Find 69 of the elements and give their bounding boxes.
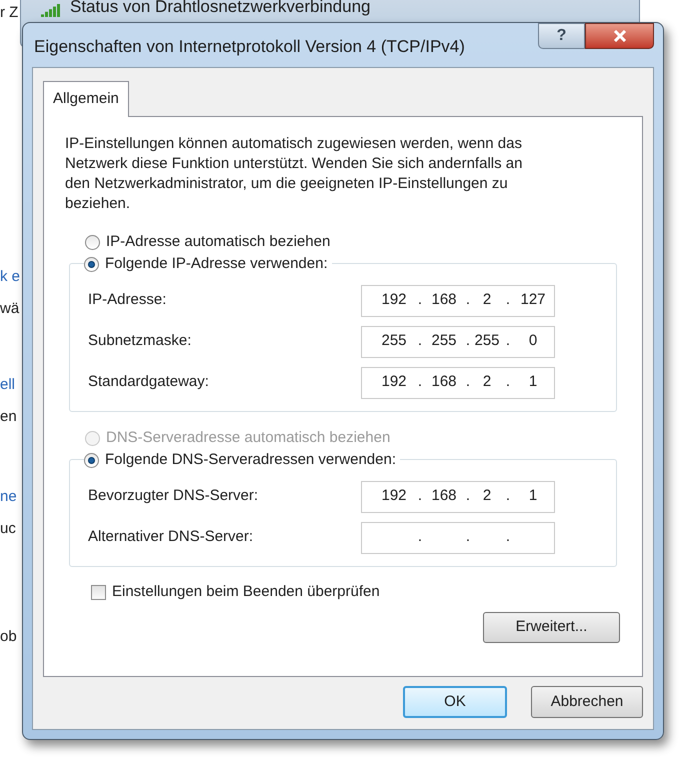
octet-text: 255 xyxy=(430,331,458,352)
octet-text: 168 xyxy=(430,372,458,392)
window-title: Eigenschaften von Internetprotokoll Version 4 (TCP/IPv4) xyxy=(34,36,465,58)
dialog-button[interactable]: OK xyxy=(403,686,507,718)
separator-dot: . xyxy=(416,486,424,506)
octet-text: 168 xyxy=(430,486,458,506)
radio-label: Folgende IP-Adresse verwenden: xyxy=(105,254,328,274)
background-text: ob xyxy=(0,627,17,647)
ip-address-field[interactable]: 192 . 168 . 2 . 1 xyxy=(361,480,555,512)
octet-text: 192 xyxy=(380,290,408,310)
separator-dot: . xyxy=(464,527,472,548)
separator-dot: . xyxy=(464,290,472,310)
octet-text: 192 xyxy=(380,486,408,506)
field-label: Subnetzmaske: xyxy=(88,331,192,352)
separator-dot: . xyxy=(416,372,424,392)
ip-address-field[interactable]: 255 . 255 . 255 . 0 xyxy=(361,326,555,358)
radio-label: IP-Adresse automatisch beziehen xyxy=(106,232,330,252)
separator-dot: . xyxy=(416,527,424,548)
background-text: uc xyxy=(0,519,16,539)
octet-text: 127 xyxy=(519,290,547,310)
background-text: ell xyxy=(0,375,16,395)
separator-dot: . xyxy=(504,527,512,548)
separator-dot: . xyxy=(464,331,472,352)
close-icon xyxy=(612,30,626,42)
signal-strength-icon xyxy=(40,3,62,19)
radio-label: Folgende DNS-Serveradressen verwenden: xyxy=(105,450,396,470)
separator-dot: . xyxy=(504,486,512,506)
field-label: Bevorzugter DNS-Server: xyxy=(88,486,260,506)
ip-address-field[interactable]: 192 . 168 . 2 . 127 xyxy=(361,284,555,316)
background-text: wä xyxy=(0,299,20,319)
octet-text: 2 xyxy=(482,290,492,310)
radio-button[interactable] xyxy=(85,235,100,250)
tab[interactable]: Allgemein xyxy=(43,81,129,117)
radio-button[interactable] xyxy=(84,256,99,272)
separator-dot: . xyxy=(416,290,424,310)
help-button[interactable]: ? xyxy=(538,23,585,49)
octet-text: 255 xyxy=(473,331,501,352)
separator-dot: . xyxy=(464,486,472,506)
field-label: IP-Adresse: xyxy=(88,290,168,310)
octet-text: 2 xyxy=(482,372,492,392)
background-text: en xyxy=(0,407,17,427)
separator-dot: . xyxy=(504,372,512,392)
advanced-button[interactable]: Erweitert... xyxy=(483,612,620,642)
ip-address-field[interactable]: 192 . 168 . 2 . 1 xyxy=(361,366,555,398)
radio-label: DNS-Serveradresse automatisch beziehen xyxy=(106,428,390,448)
octet-text: 1 xyxy=(528,486,538,506)
separator-dot: . xyxy=(416,331,424,352)
radio-button[interactable] xyxy=(84,452,99,468)
field-label: Alternativer DNS-Server: xyxy=(88,527,254,548)
octet-text: 2 xyxy=(482,486,492,506)
field-label: Standardgateway: xyxy=(88,372,210,392)
octet-text: 0 xyxy=(528,331,538,352)
checkbox[interactable] xyxy=(91,584,106,600)
octet-text: 192 xyxy=(380,372,408,392)
background-text: ne xyxy=(0,487,17,507)
separator-dot: . xyxy=(504,331,512,352)
separator-dot: . xyxy=(464,372,472,392)
dialog-button[interactable]: Abbrechen xyxy=(531,686,643,718)
description-text: IP-Einstellungen können automatisch zugewiesen werden, wenn das Netzwerk diese Funktion unterstützt. Wenden Sie sich andernfalls an den Netzwerkadministrator, um die geeigneten IP-Einstellungen zu beziehen. xyxy=(65,134,524,214)
separator-dot: . xyxy=(504,290,512,310)
close-button[interactable] xyxy=(585,23,654,49)
background-text: k e xyxy=(0,267,20,287)
background-text: r Z xyxy=(0,3,18,23)
ip-address-field[interactable]: . . . xyxy=(361,522,555,554)
octet-text: 168 xyxy=(430,290,458,310)
octet-text: 255 xyxy=(380,331,408,352)
checkbox-label: Einstellungen beim Beenden überprüfen xyxy=(112,582,380,602)
octet-text: 1 xyxy=(528,372,538,392)
background-window-title: Status von Drahtlosnetzwerkverbindung xyxy=(70,0,370,18)
